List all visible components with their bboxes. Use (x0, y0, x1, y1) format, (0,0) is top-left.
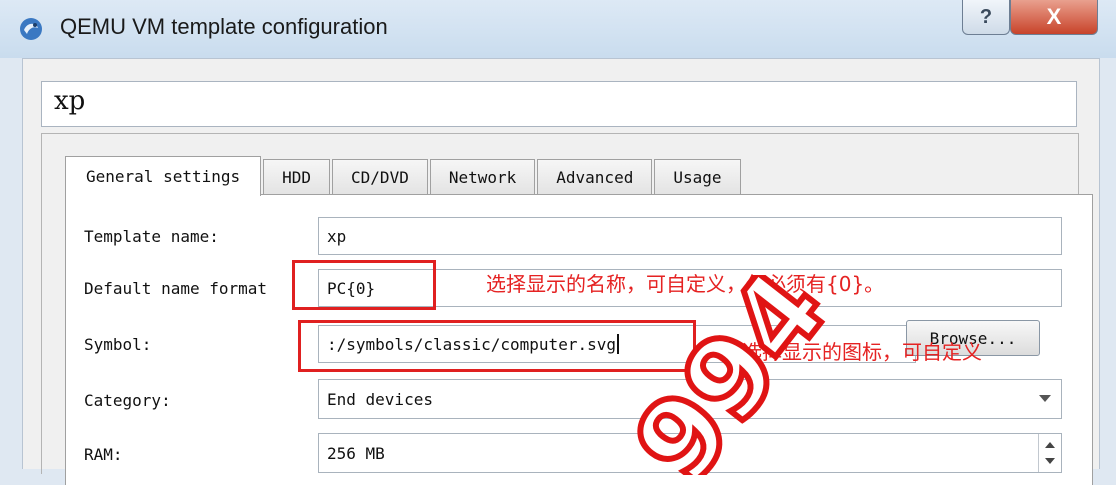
annotation-name-note: 选择显示的名称，可自定义，但必须有{0}。 (486, 272, 885, 296)
category-dropdown[interactable]: End devices (318, 379, 1062, 419)
help-button[interactable]: ? (962, 0, 1010, 35)
template-name-field[interactable]: xp (318, 217, 1062, 255)
tab-advanced[interactable]: Advanced (537, 159, 653, 195)
tab-general-settings[interactable]: General settings (65, 156, 262, 196)
tab-cd-dvd[interactable]: CD/DVD (332, 159, 428, 195)
window-title: QEMU VM template configuration (60, 14, 388, 39)
ram-spin-buttons[interactable] (1038, 434, 1061, 472)
annotation-symbol-note: 选择显示的图标，可自定义 (742, 340, 982, 364)
close-button[interactable]: X (1010, 0, 1098, 35)
template-name-header: xp (41, 81, 1077, 127)
default-name-format-label: Default name format (84, 279, 268, 298)
ram-label: RAM: (84, 445, 123, 464)
spin-down-icon[interactable] (1045, 458, 1055, 464)
dialog-client-area: xp General settings HDD CD/DVD Network A… (22, 58, 1100, 485)
ram-spinbox[interactable]: 256 MB (318, 433, 1062, 473)
template-name-label: Template name: (84, 227, 219, 246)
tab-hdd[interactable]: HDD (263, 159, 331, 195)
title-bar: QEMU VM template configuration ? X (0, 0, 1116, 58)
ram-value: 256 MB (327, 443, 385, 463)
qemu-app-icon (20, 18, 42, 40)
template-name-value: xp (327, 226, 347, 246)
tab-network[interactable]: Network (429, 159, 536, 195)
annotation-box-name-format (292, 260, 436, 310)
category-label: Category: (84, 391, 171, 410)
spin-up-icon[interactable] (1045, 442, 1055, 448)
symbol-label: Symbol: (84, 335, 152, 354)
template-display-name: xp (54, 86, 86, 116)
tab-usage[interactable]: Usage (654, 159, 741, 195)
tab-bar: General settings HDD CD/DVD Network Adva… (65, 155, 743, 196)
chevron-down-icon[interactable] (1039, 395, 1051, 402)
annotation-box-symbol (298, 320, 696, 372)
category-value: End devices (327, 389, 433, 409)
